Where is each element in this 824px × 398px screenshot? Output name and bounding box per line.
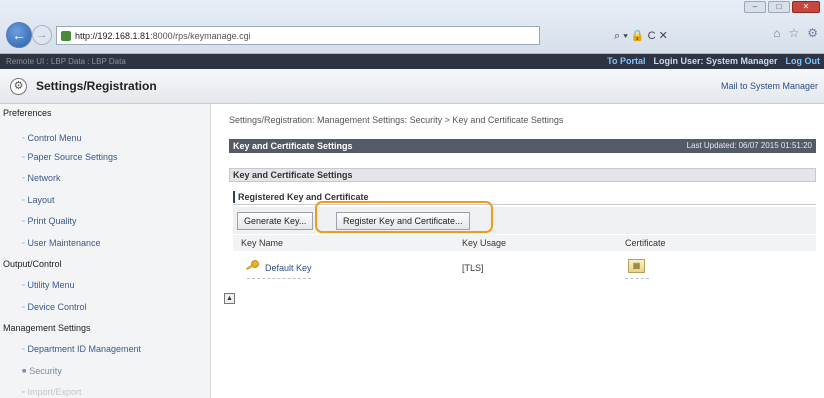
section-header-label: Key and Certificate Settings bbox=[233, 170, 353, 180]
breadcrumb: Settings/Registration: Management Settin… bbox=[229, 115, 564, 125]
sidebar-item-layout[interactable]: ▫ Layout bbox=[22, 195, 55, 205]
forward-button[interactable]: → bbox=[32, 25, 52, 45]
bullet-icon: ▫ bbox=[22, 345, 25, 353]
address-actions[interactable]: ⌕ ▾ 🔒 C ✕ bbox=[610, 26, 755, 45]
sidebar-item-control-menu[interactable]: ▫ Control Menu bbox=[22, 133, 82, 143]
sidebar-item-department-id-management[interactable]: ▫ Department ID Management bbox=[22, 344, 141, 354]
settings-gear-icon[interactable]: ⚙ bbox=[807, 26, 818, 40]
key-name-link[interactable]: Default Key bbox=[265, 263, 312, 273]
bullet-icon: ▫ bbox=[22, 388, 25, 396]
bullet-icon: ▫ bbox=[22, 196, 25, 204]
sidebar-item-user-maintenance[interactable]: ▫ User Maintenance bbox=[22, 238, 101, 248]
key-name-underline bbox=[247, 278, 311, 279]
url-path: :8000/rps/keymanage.cgi bbox=[150, 30, 251, 41]
bullet-icon: ▫ bbox=[22, 134, 25, 142]
sidebar-item-device-control[interactable]: ▫ Device Control bbox=[22, 302, 87, 312]
bullet-icon: ▫ bbox=[22, 239, 25, 247]
logout-link[interactable]: Log Out bbox=[786, 56, 821, 66]
certificate-underline bbox=[625, 278, 649, 279]
generate-key-button[interactable]: Generate Key... bbox=[237, 212, 314, 230]
address-action-icons[interactable]: ⌕ ▾ 🔒 C ✕ bbox=[614, 29, 668, 43]
last-updated-label: Last Updated: 06/07 2015 01:51:20 bbox=[686, 141, 812, 150]
browser-chrome: – □ ✕ ← → http://192.168.1.81 :8000/rps/… bbox=[0, 0, 824, 54]
sidebar: Preferences ▫ Control Menu ▫ Paper Source … bbox=[0, 104, 211, 398]
bullet-icon: ▫ bbox=[22, 217, 25, 225]
sidebar-item-utility-menu[interactable]: ▫ Utility Menu bbox=[22, 280, 75, 290]
url-host: http://192.168.1.81 bbox=[75, 30, 151, 41]
sidebar-section-preferences: Preferences bbox=[3, 108, 52, 118]
bullet-icon: ▫ bbox=[22, 303, 25, 311]
page-header: ⚙ Settings/Registration Mail to System M… bbox=[0, 69, 824, 104]
key-usage-value: [TLS] bbox=[462, 263, 484, 273]
settings-gear-icon: ⚙ bbox=[10, 78, 27, 95]
scroll-to-top-icon[interactable]: ▲ bbox=[224, 293, 235, 304]
device-label: Remote UI : LBP Data : LBP Data bbox=[6, 57, 126, 66]
highlight-callout bbox=[315, 201, 493, 233]
sidebar-item-paper-source-settings[interactable]: ▫ Paper Source Settings bbox=[22, 152, 118, 162]
site-favicon-icon bbox=[61, 30, 71, 41]
mail-to-system-manager-link[interactable]: Mail to System Manager bbox=[721, 81, 818, 91]
col-header-key-name: Key Name bbox=[241, 238, 284, 248]
section-bar-title: Key and Certificate Settings bbox=[233, 141, 353, 151]
section-title-bar: Key and Certificate Settings Last Update… bbox=[229, 139, 816, 153]
home-icon[interactable]: ⌂ bbox=[773, 26, 780, 40]
bullet-icon: ▫ bbox=[22, 174, 25, 182]
table-header: Key Name Key Usage Certificate bbox=[233, 235, 816, 251]
col-header-certificate: Certificate bbox=[625, 238, 666, 248]
favorites-icon[interactable]: ☆ bbox=[788, 26, 799, 40]
table-row: Default Key [TLS] ▦ bbox=[233, 256, 816, 282]
login-user-label: Login User: System Manager bbox=[653, 56, 778, 66]
browser-toolbar-icons: ⌂ ☆ ⚙ bbox=[773, 26, 818, 40]
address-bar[interactable]: http://192.168.1.81 :8000/rps/keymanage.… bbox=[56, 26, 540, 45]
sidebar-item-print-quality[interactable]: ▫ Print Quality bbox=[22, 216, 77, 226]
col-header-key-usage: Key Usage bbox=[462, 238, 507, 248]
main-content: Settings/Registration: Management Settin… bbox=[212, 104, 824, 398]
close-window-button[interactable]: ✕ bbox=[792, 1, 820, 13]
bullet-icon: ■ bbox=[22, 367, 27, 375]
to-portal-link[interactable]: To Portal bbox=[607, 56, 645, 66]
key-icon bbox=[246, 260, 259, 271]
window-controls: – □ ✕ bbox=[744, 1, 820, 13]
sidebar-item-security[interactable]: ■ Security bbox=[22, 366, 62, 376]
section-header: Key and Certificate Settings bbox=[229, 168, 816, 182]
sidebar-item-import-export[interactable]: ▫ Import/Export bbox=[22, 387, 82, 397]
sidebar-item-network[interactable]: ▫ Network bbox=[22, 173, 61, 183]
bullet-icon: ▫ bbox=[22, 281, 25, 289]
minimize-button[interactable]: – bbox=[744, 1, 766, 13]
back-button[interactable]: ← bbox=[6, 22, 32, 48]
sidebar-section-management-settings: Management Settings bbox=[3, 323, 91, 333]
sidebar-section-output-control: Output/Control bbox=[3, 259, 62, 269]
app-top-bar: Remote UI : LBP Data : LBP Data To Porta… bbox=[0, 54, 824, 69]
certificate-icon[interactable]: ▦ bbox=[628, 259, 645, 273]
page-title: Settings/Registration bbox=[36, 79, 157, 93]
bullet-icon: ▫ bbox=[22, 153, 25, 161]
maximize-button[interactable]: □ bbox=[768, 1, 790, 13]
